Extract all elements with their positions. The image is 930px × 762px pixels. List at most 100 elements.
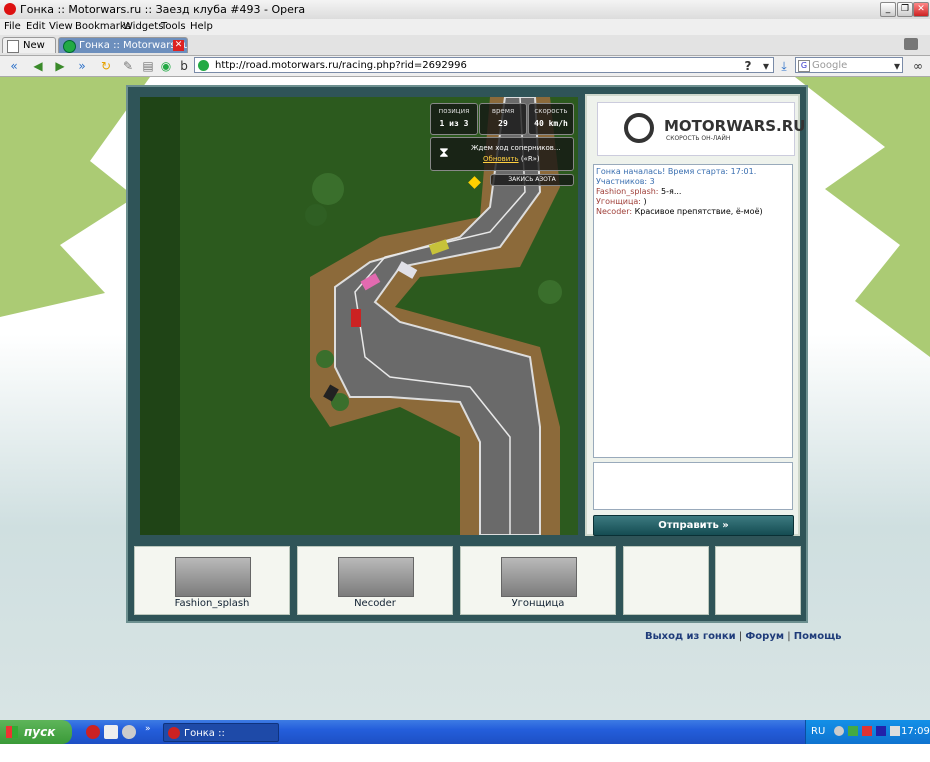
rewind-icon[interactable]: «: [6, 58, 22, 74]
wait-text: Ждем ход соперников...: [471, 144, 561, 152]
google-icon: G: [798, 60, 810, 72]
system-message: Гонка началась! Время старта: 17:01. Уча…: [596, 167, 757, 186]
send-button[interactable]: Отправить »: [593, 515, 794, 536]
url-text: http://road.motorwars.ru/racing.php?rid=…: [215, 60, 467, 71]
tab-new[interactable]: New tab: [2, 37, 56, 67]
trash-icon[interactable]: [904, 38, 918, 50]
chat-message: Fashion_splash: 5-я...: [596, 187, 790, 197]
menu-edit[interactable]: Edit: [26, 21, 45, 32]
opera-quicklaunch-icon[interactable]: [86, 725, 100, 739]
logo-box: MOTORWARS.RU СКОРОСТЬ ОН-ЛАЙН: [597, 102, 805, 156]
start-button[interactable]: пуск: [0, 720, 72, 744]
bookmark-icon[interactable]: b: [176, 58, 192, 74]
hud-time: время 29: [479, 103, 527, 135]
close-button[interactable]: ✕: [913, 2, 929, 17]
menu-widgets[interactable]: Widgets: [123, 21, 163, 32]
page-icon[interactable]: ▤: [140, 58, 156, 74]
menu-tools[interactable]: Tools: [161, 21, 186, 32]
nitro-button[interactable]: ЗАКИСЬ АЗОТА: [490, 174, 574, 186]
help-icon[interactable]: ?: [740, 58, 756, 74]
search-engine-icon[interactable]: ⤓: [776, 58, 792, 74]
search-dropdown-icon[interactable]: ▾: [889, 58, 905, 74]
chat-user: Угонщица:: [596, 197, 641, 206]
mail-quicklaunch-icon[interactable]: [104, 725, 118, 739]
menu-bar: File Edit View Bookmarks Widgets Tools H…: [0, 19, 930, 35]
dropdown-icon[interactable]: ▾: [758, 58, 774, 74]
language-indicator[interactable]: RU: [811, 726, 825, 737]
volume-icon[interactable]: [890, 726, 900, 736]
media-icon[interactable]: [876, 726, 886, 736]
task-label: Гонка :: Motorwars.r...: [184, 728, 253, 758]
forum-link[interactable]: Форум: [745, 631, 784, 642]
hourglass-icon: ⧗: [439, 145, 449, 161]
player-name: Угонщица: [511, 598, 565, 609]
menu-help[interactable]: Help: [190, 21, 213, 32]
refresh-link[interactable]: Обновить: [483, 155, 519, 163]
network-icon[interactable]: [834, 726, 844, 736]
race-track-canvas[interactable]: позиция 1 из 3 время 29 скорость 40 km/h…: [140, 97, 578, 535]
minimize-button[interactable]: _: [880, 2, 896, 17]
taskbar-item-opera[interactable]: Гонка :: Motorwars.r...: [163, 723, 279, 758]
address-input[interactable]: http://road.motorwars.ru/racing.php?rid=…: [194, 57, 774, 73]
opera-icon: [4, 3, 16, 15]
edit-icon[interactable]: ✎: [120, 58, 136, 74]
search-placeholder: Google: [812, 60, 848, 71]
empty-slot: [623, 546, 709, 615]
footer-links: Выход из гонки | Форум | Помощь: [645, 631, 841, 642]
chat-user: Necoder:: [596, 207, 633, 216]
k-icon[interactable]: [862, 726, 872, 736]
car-image: [175, 557, 251, 597]
separator: |: [738, 631, 743, 642]
maximize-button[interactable]: ❐: [897, 2, 913, 17]
player-slot[interactable]: Fashion_splash: [134, 546, 290, 615]
chat-message: Necoder: Красивое препятствие, ё-моё): [596, 207, 790, 217]
navigation-bar: « ◀ ▶ » ↻ ✎ ▤ ◉ b http://road.motorwars.…: [0, 56, 930, 77]
refresh-key: («R»): [520, 155, 540, 163]
tab-motorwars[interactable]: Гонка :: Motorwars.ru ::... ✕: [58, 37, 188, 53]
expand-chevron-icon[interactable]: »: [145, 724, 151, 734]
media-quicklaunch-icon[interactable]: [122, 725, 136, 739]
time-value: 29: [498, 119, 508, 128]
page-icon: [7, 40, 19, 53]
forward-icon[interactable]: ▶: [52, 58, 68, 74]
logo-icon: [624, 113, 654, 143]
site-icon: [198, 60, 209, 71]
start-label: пуск: [24, 725, 56, 739]
taskbar: [0, 720, 930, 744]
player-slot[interactable]: Necoder: [297, 546, 453, 615]
player-slot[interactable]: Угонщица: [460, 546, 616, 615]
chat-log[interactable]: Гонка началась! Время старта: 17:01. Уча…: [593, 164, 793, 458]
menu-file[interactable]: File: [4, 21, 21, 32]
tab-bar: New tab Гонка :: Motorwars.ru ::... ✕: [0, 35, 930, 67]
exit-race-link[interactable]: Выход из гонки: [645, 631, 736, 642]
tab-label: Гонка :: Motorwars.ru ::...: [79, 40, 188, 51]
hud-wait-panel: ⧗ Ждем ход соперников... Обновить («R»): [430, 137, 574, 171]
chat-text: Красивое препятствие, ё-моё): [632, 207, 763, 216]
chat-user: Fashion_splash:: [596, 187, 659, 196]
site-icon: [63, 40, 76, 53]
globe-icon[interactable]: ◉: [158, 58, 174, 74]
hud-speed: скорость 40 km/h: [528, 103, 574, 135]
help-link[interactable]: Помощь: [794, 631, 842, 642]
position-value: 1 из 3: [439, 119, 469, 128]
back-icon[interactable]: ◀: [30, 58, 46, 74]
glasses-icon[interactable]: ∞: [908, 58, 928, 74]
empty-slot: [715, 546, 801, 615]
hud-position: позиция 1 из 3: [430, 103, 478, 135]
system-tray: RU 17:09: [805, 720, 930, 744]
car-image: [501, 557, 577, 597]
search-input[interactable]: G Google: [795, 57, 903, 73]
speed-value: 40 km/h: [534, 119, 568, 128]
tab-close-icon[interactable]: ✕: [173, 40, 184, 51]
chat-message: Угонщица: ): [596, 197, 790, 207]
player-name: Necoder: [354, 598, 396, 609]
chat-input[interactable]: [593, 462, 793, 510]
time-label: время: [491, 107, 515, 115]
player-name: Fashion_splash: [174, 598, 250, 609]
position-label: позиция: [438, 107, 470, 115]
menu-view[interactable]: View: [49, 21, 73, 32]
antivirus-icon[interactable]: [848, 726, 858, 736]
reload-icon[interactable]: ↻: [98, 58, 114, 74]
fast-forward-icon[interactable]: »: [74, 58, 90, 74]
chat-text: ): [640, 197, 647, 206]
